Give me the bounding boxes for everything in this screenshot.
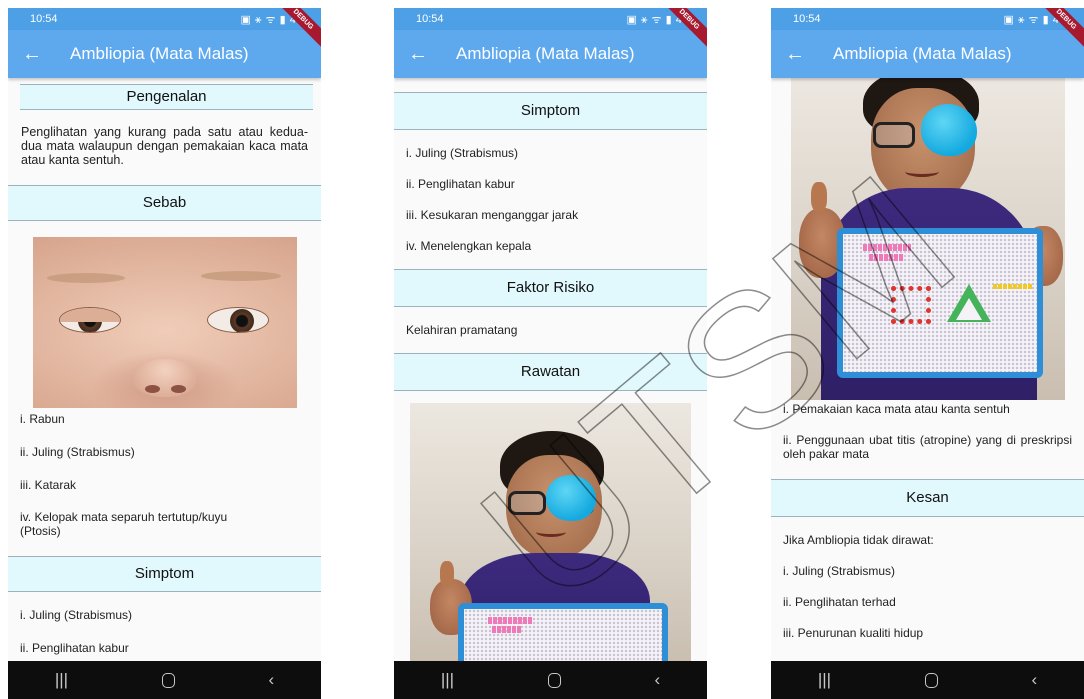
system-back-button[interactable]: ‹ <box>654 670 660 690</box>
list-item: ii. Penglihatan kabur <box>406 177 515 191</box>
list-item: iii. Katarak <box>20 478 77 492</box>
home-button[interactable] <box>924 672 938 688</box>
system-nav-bar: ||| ‹ <box>8 661 321 699</box>
app-bar: ← Ambliopia (Mata Malas) <box>394 30 707 78</box>
status-bar: 10:54 ▣ ⚹ ᯤ ▮ 41 <box>394 8 707 30</box>
recent-apps-button[interactable]: ||| <box>55 670 68 690</box>
section-header-simptom: Simptom <box>394 92 707 130</box>
scroll-content[interactable]: Pengenalan Penglihatan yang kurang pada … <box>8 78 321 661</box>
system-back-button[interactable]: ‹ <box>1031 670 1037 690</box>
left-brow <box>46 273 125 283</box>
section-header-rawatan: Rawatan <box>394 353 707 391</box>
arrow-left-icon[interactable]: ← <box>771 43 819 66</box>
list-item: ii. Penggunaan ubat titis (atropine) yan… <box>783 433 1072 461</box>
app-bar: ← Ambliopia (Mata Malas) <box>8 30 321 78</box>
home-button[interactable] <box>161 672 175 688</box>
status-time: 10:54 <box>416 13 444 25</box>
app-title: Ambliopia (Mata Malas) <box>70 44 249 63</box>
peg-board <box>836 228 1043 378</box>
status-bar: 10:54 ▣ ⚹ ᯤ ▮ 41 <box>8 8 321 30</box>
status-bar: 10:54 ▣ ⚹ ᯤ ▮ 41 <box>771 8 1084 30</box>
home-button[interactable] <box>547 672 561 688</box>
peg-board <box>458 603 668 661</box>
list-item: iv. Kelopak mata separuh tertutup/kuyu (… <box>20 510 228 538</box>
list-item: iii. Kesukaran menganggar jarak <box>406 208 579 222</box>
status-time: 10:54 <box>793 13 821 25</box>
section-header-faktor-risiko: Faktor Risiko <box>394 269 707 307</box>
system-nav-bar: ||| ‹ <box>771 661 1084 699</box>
system-nav-bar: ||| ‹ <box>394 661 707 699</box>
right-brow <box>200 271 281 281</box>
scroll-content[interactable]: i. Pemakaian kaca mata atau kanta sentuh… <box>771 78 1084 661</box>
phone-screen-1: 10:54 ▣ ⚹ ᯤ ▮ 41 DEBUG ← Ambliopia (Mata… <box>8 8 321 699</box>
section-header-kesan: Kesan <box>771 479 1084 517</box>
pengenalan-text: Penglihatan yang kurang pada satu atau k… <box>21 125 308 167</box>
faktor-risiko-text: Kelahiran pramatang <box>406 323 518 337</box>
child-eye-photo <box>32 237 297 408</box>
system-back-button[interactable]: ‹ <box>268 670 274 690</box>
arrow-left-icon[interactable]: ← <box>8 43 56 66</box>
phone-screen-2: 10:54 ▣ ⚹ ᯤ ▮ 41 DEBUG ← Ambliopia (Mata… <box>394 8 707 699</box>
boy-eye-patch-photo <box>410 403 691 661</box>
eye-patch <box>920 104 977 156</box>
list-item: ii. Penglihatan kabur <box>20 641 129 655</box>
nose <box>132 359 197 397</box>
list-item: i. Pemakaian kaca mata atau kanta sentuh <box>783 402 1010 416</box>
list-item: i. Juling (Strabismus) <box>783 564 896 578</box>
list-item: iii. Penurunan kualiti hidup <box>783 626 924 640</box>
eye-patch <box>546 475 596 521</box>
app-bar: ← Ambliopia (Mata Malas) <box>771 30 1084 78</box>
list-item: i. Rabun <box>20 412 65 426</box>
status-time: 10:54 <box>30 13 58 25</box>
kesan-intro: Jika Ambliopia tidak dirawat: <box>783 533 934 547</box>
list-item: ii. Penglihatan terhad <box>783 595 896 609</box>
section-header-simptom: Simptom <box>8 556 321 592</box>
app-title: Ambliopia (Mata Malas) <box>833 44 1012 63</box>
left-eye <box>58 307 121 333</box>
app-title: Ambliopia (Mata Malas) <box>456 44 635 63</box>
list-item: i. Juling (Strabismus) <box>20 608 133 622</box>
recent-apps-button[interactable]: ||| <box>818 670 831 690</box>
recent-apps-button[interactable]: ||| <box>441 670 454 690</box>
list-item: iv. Menelengkan kepala <box>406 239 532 253</box>
boy-eye-patch-photo <box>790 78 1065 400</box>
list-item: i. Juling (Strabismus) <box>406 146 519 160</box>
section-header-pengenalan: Pengenalan <box>20 84 313 110</box>
section-header-sebab: Sebab <box>8 185 321 221</box>
phone-screen-3: 10:54 ▣ ⚹ ᯤ ▮ 41 DEBUG ← Ambliopia (Mata… <box>771 8 1084 699</box>
arrow-left-icon[interactable]: ← <box>394 43 442 66</box>
list-item: ii. Juling (Strabismus) <box>20 445 135 459</box>
scroll-content[interactable]: Simptom i. Juling (Strabismus) ii. Pengl… <box>394 78 707 661</box>
right-eye <box>206 307 269 333</box>
